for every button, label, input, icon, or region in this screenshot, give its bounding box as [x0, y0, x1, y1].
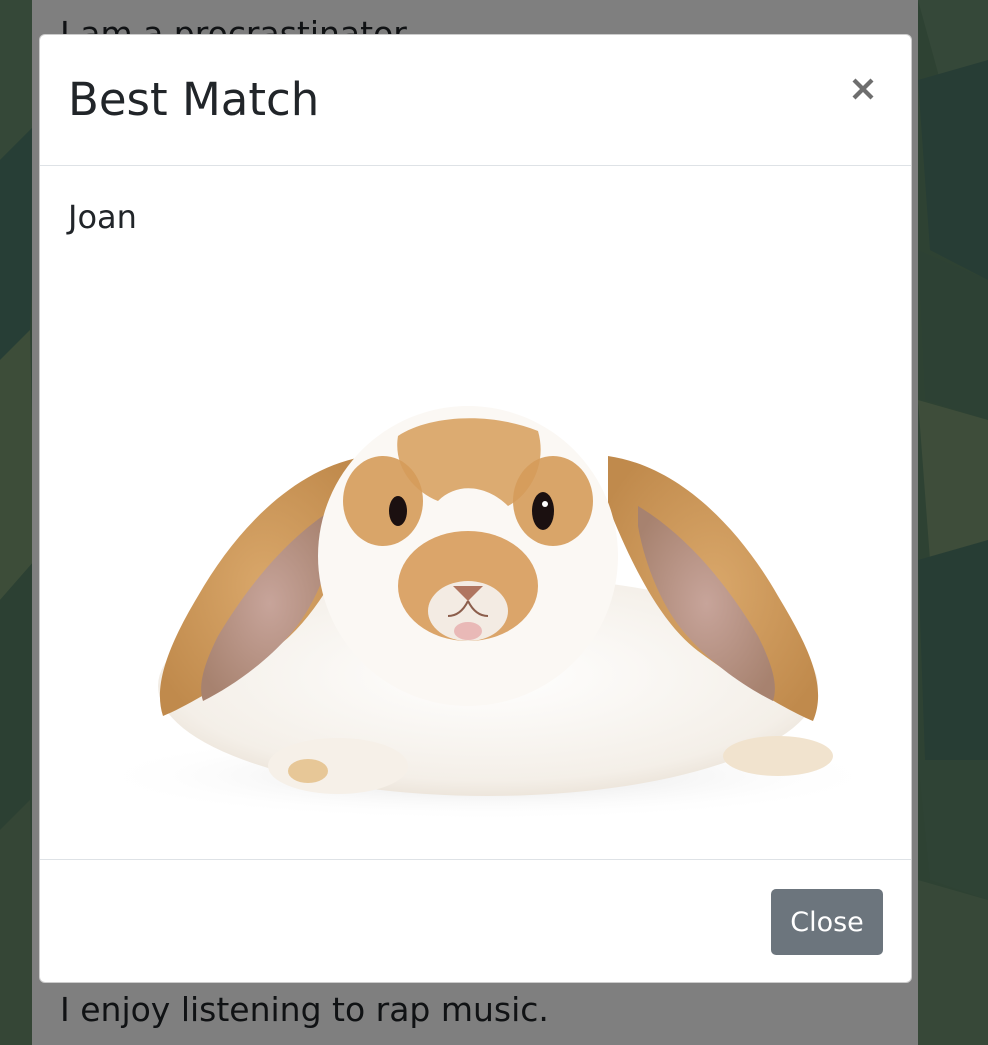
best-match-modal: Best Match Joan Close — [39, 34, 912, 983]
modal-header: Best Match — [40, 35, 911, 166]
page: I am a procrastinator. I enjoy listening… — [0, 0, 988, 1045]
modal-title: Best Match — [68, 73, 320, 126]
match-name: Joan — [68, 198, 137, 236]
close-icon — [852, 78, 874, 100]
modal-footer: Close — [40, 859, 911, 982]
bunny-photo — [68, 266, 884, 826]
modal-body: Joan — [40, 166, 911, 860]
close-button[interactable]: Close — [771, 889, 883, 955]
match-photo — [68, 266, 884, 826]
modal-close-x-button[interactable] — [843, 69, 883, 109]
